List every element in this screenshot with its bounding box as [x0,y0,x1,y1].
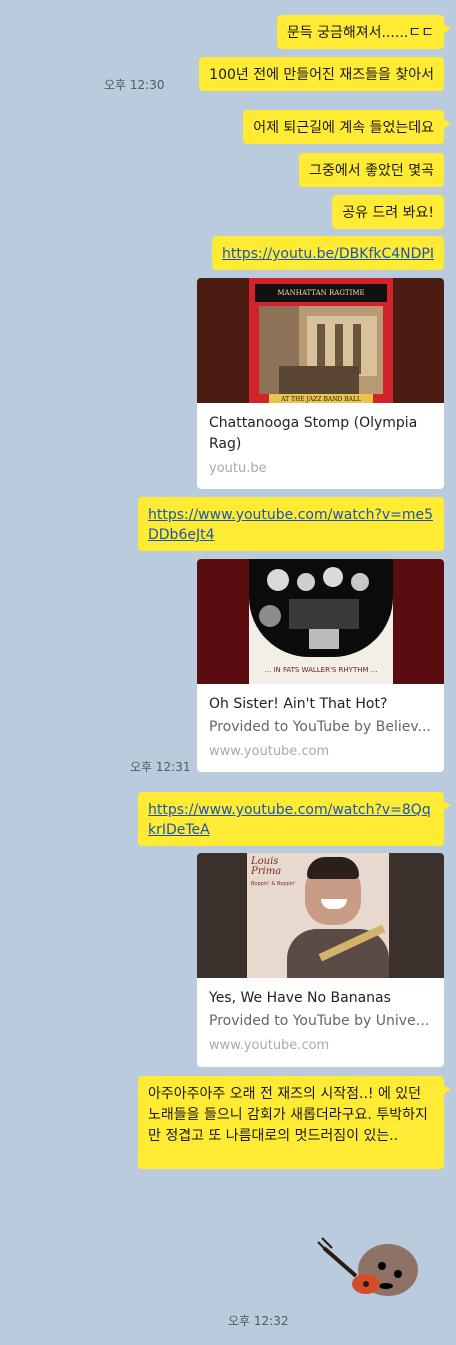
card-title: Oh Sister! Ain't That Hot? [209,696,388,712]
message-bubble[interactable]: 공유 드려 봐요! [332,195,444,229]
message-text: 아주아주아주 오래 전 재즈의 시작점..! 에 있던 노래들을 들으니 감회가… [148,1086,428,1144]
video-thumbnail: ... IN FATS WALLER'S RHYTHM ... [197,559,444,684]
album-subtitle-text: ... IN FATS WALLER'S RHYTHM ... [264,666,378,674]
album-photo [259,306,383,394]
card-domain: www.youtube.com [209,1038,330,1053]
album-photo [249,559,393,657]
timestamp: 오후 12:31 [130,760,191,774]
album-subtitle-text: AT THE JAZZ BAND BALL [269,394,373,403]
timestamp: 오후 12:30 [104,78,165,92]
card-title: Chattanooga Stomp (Olympia Rag) [209,415,418,452]
message-bubble[interactable]: https://www.youtube.com/watch?v=8QqkrIDe… [138,792,451,846]
message-bubble[interactable]: 어제 퇴근길에 계속 들었는데요 [243,110,451,144]
youtube-link[interactable]: https://www.youtube.com/watch?v=8QqkrIDe… [148,802,431,838]
video-thumbnail: Louis Prima Boppin' & Boppin' [197,853,444,978]
link-preview-card[interactable]: MANHATTAN RAGTIME ORCHESTRA AT THE JAZZ … [197,278,444,489]
link-preview-card[interactable]: Louis Prima Boppin' & Boppin' Yes, We Ha… [197,853,444,1067]
youtube-link[interactable]: https://www.youtube.com/watch?v=me5DDb6e… [148,507,433,543]
album-title-text: Louis Prima [251,856,282,877]
message-bubble[interactable]: 아주아주아주 오래 전 재즈의 시작점..! 에 있던 노래들을 들으니 감회가… [138,1076,451,1169]
album-subtitle-text: Boppin' & Boppin' [251,881,296,887]
message-bubble[interactable]: 100년 전에 만들어진 재즈들을 찾아서 [199,57,444,91]
message-bubble[interactable]: 그중에서 좋았던 몇곡 [299,153,444,187]
video-thumbnail: MANHATTAN RAGTIME ORCHESTRA AT THE JAZZ … [197,278,444,403]
card-description: Provided to YouTube by Univer... [209,1013,432,1029]
guitar-character-icon [317,1237,418,1296]
card-title: Yes, We Have No Bananas [209,990,391,1006]
timestamp: 오후 12:32 [228,1314,289,1328]
album-photo: Louis Prima Boppin' & Boppin' [247,853,389,978]
message-bubble[interactable]: 문득 궁금해져서......ㄷㄷ [276,15,452,49]
message-text: 공유 드려 봐요! [342,205,434,221]
youtube-link[interactable]: https://youtu.be/DBKfkC4NDPI [222,246,434,262]
message-text: 그중에서 좋았던 몇곡 [309,163,434,179]
card-domain: youtu.be [209,461,267,476]
card-domain: www.youtube.com [209,744,330,759]
link-preview-card[interactable]: ... IN FATS WALLER'S RHYTHM ... Oh Siste… [197,559,444,772]
message-text: 문득 궁금해져서......ㄷㄷ [286,25,434,41]
emoticon-sticker[interactable] [316,1228,420,1300]
message-text: 100년 전에 만들어진 재즈들을 찾아서 [209,67,434,83]
message-bubble[interactable]: https://youtu.be/DBKfkC4NDPI [211,236,444,270]
card-description: Provided to YouTube by Believ... [209,719,431,735]
album-title-text: MANHATTAN RAGTIME ORCHESTRA [255,284,387,315]
message-text: 어제 퇴근길에 계속 들었는데요 [253,120,434,136]
message-bubble[interactable]: https://www.youtube.com/watch?v=me5DDb6e… [138,497,444,551]
